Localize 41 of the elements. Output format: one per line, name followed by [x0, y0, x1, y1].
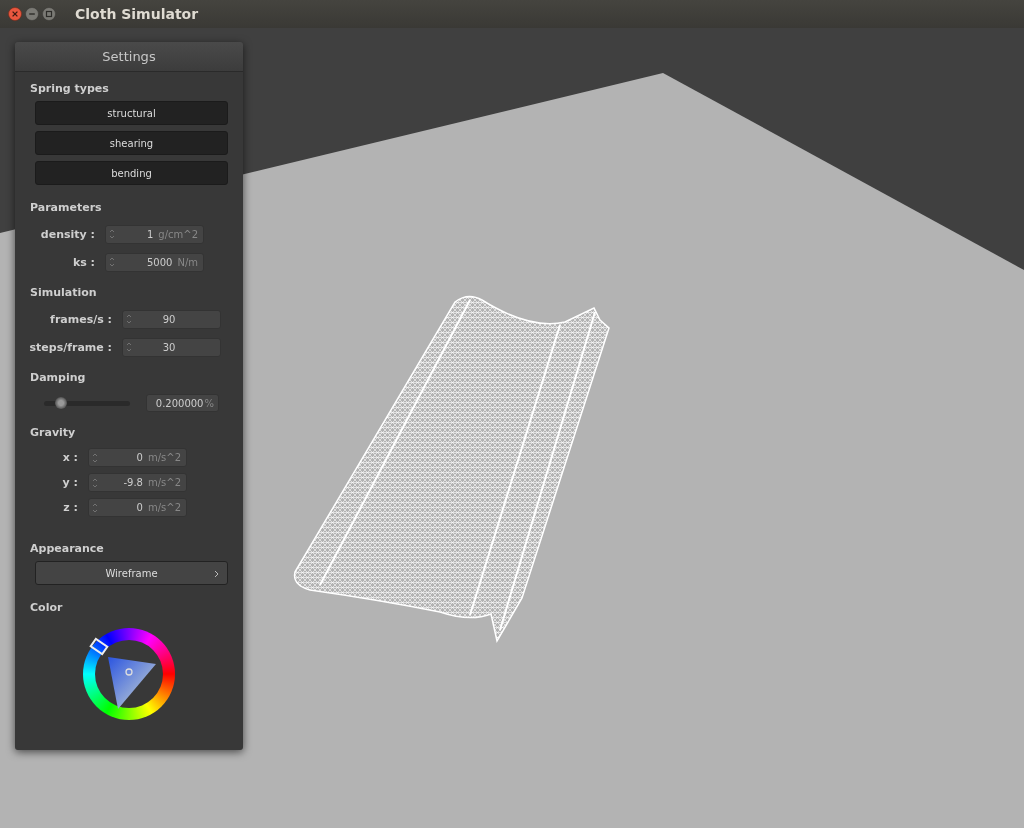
number-field[interactable]: 30: [122, 337, 221, 357]
spinner-icon[interactable]: [109, 228, 115, 240]
number-field[interactable]: 5000 N/m: [105, 252, 204, 272]
field-label: ks :: [71, 255, 95, 269]
number-field[interactable]: 1 g/cm^2: [105, 224, 204, 244]
number-field[interactable]: 90: [122, 309, 221, 329]
section-heading: Damping: [30, 371, 87, 384]
appearance-dropdown[interactable]: Wireframe: [35, 561, 228, 585]
spinner-icon[interactable]: [92, 476, 98, 489]
section-heading: Spring types: [30, 82, 110, 95]
field-label: z :: [62, 501, 78, 514]
section-heading: Color: [30, 601, 64, 614]
minimize-icon[interactable]: [25, 7, 39, 21]
field-label: frames/s :: [49, 312, 112, 326]
spinner-icon[interactable]: [109, 256, 115, 268]
spinner-icon[interactable]: [126, 313, 132, 325]
field-label: density :: [39, 227, 95, 241]
damping-field[interactable]: 0.200000%: [146, 394, 219, 412]
slider-thumb[interactable]: [55, 396, 68, 409]
section-heading: Gravity: [30, 426, 77, 439]
panel-title: Settings: [15, 42, 243, 72]
maximize-icon[interactable]: [42, 7, 56, 21]
number-field[interactable]: 0 m/s^2: [88, 448, 187, 467]
section-heading: Simulation: [30, 286, 98, 299]
section-heading: Appearance: [30, 542, 105, 555]
spinner-icon[interactable]: [92, 451, 98, 464]
spring-type-button[interactable]: shearing: [35, 131, 228, 155]
spinner-icon[interactable]: [92, 501, 98, 514]
chevron-icon: [214, 570, 219, 578]
close-icon[interactable]: [8, 7, 22, 21]
section-heading: Parameters: [30, 201, 103, 214]
spring-type-button[interactable]: structural: [35, 101, 228, 125]
number-field[interactable]: 0 m/s^2: [88, 498, 187, 517]
spinner-icon[interactable]: [126, 341, 132, 353]
window-title: Cloth Simulator: [75, 6, 199, 22]
damping-slider[interactable]: [44, 400, 130, 406]
number-field[interactable]: -9.8 m/s^2: [88, 473, 187, 492]
field-label: y :: [61, 476, 78, 489]
field-label: steps/frame :: [28, 340, 112, 354]
field-label: x :: [61, 451, 78, 464]
spring-type-button[interactable]: bending: [35, 161, 228, 185]
